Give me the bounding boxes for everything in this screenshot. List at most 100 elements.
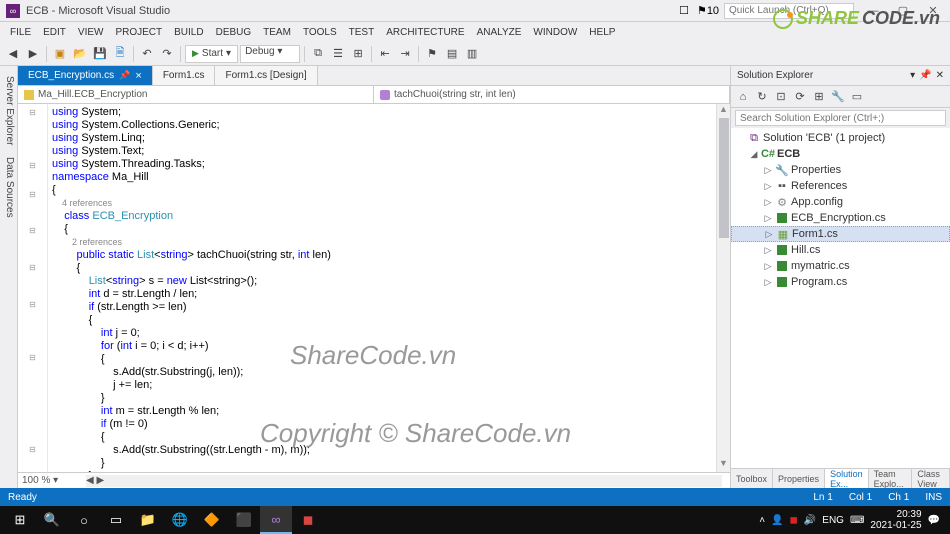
tree-item[interactable]: ▷mymatric.cs [731, 258, 950, 274]
sync-icon[interactable]: ⊡ [773, 89, 789, 105]
menu-team[interactable]: TEAM [257, 27, 297, 38]
tray-chevron-icon[interactable]: ˄ [759, 515, 765, 526]
pin-icon[interactable]: 📌 [119, 70, 130, 81]
start-button[interactable]: ⊞ [4, 506, 36, 534]
bookmark-icon[interactable]: ⚑ [423, 45, 441, 63]
solution-explorer-toolbar: ⌂ ↻ ⊡ ⟳ ⊞ 🔧 ▭ [731, 86, 950, 108]
menu-debug[interactable]: DEBUG [210, 27, 258, 38]
comment-icon[interactable]: ▤ [443, 45, 461, 63]
menu-analyze[interactable]: ANALYZE [471, 27, 528, 38]
code-editor[interactable]: using System;using System.Collections.Ge… [48, 104, 716, 472]
undo-icon[interactable]: ↶ [138, 45, 156, 63]
uncomment-icon[interactable]: ▥ [463, 45, 481, 63]
tree-item[interactable]: ▷Hill.cs [731, 242, 950, 258]
system-tray[interactable]: ˄ 👤 ◼ 🔊 ENG ⌨ 20:39 2021-01-25 💬 [759, 509, 946, 531]
document-tabs: ECB_Encryption.cs📌×Form1.csForm1.cs [Des… [18, 66, 730, 86]
panel-tab[interactable]: Class View [912, 469, 950, 488]
menu-edit[interactable]: EDIT [37, 27, 72, 38]
show-all-icon[interactable]: ⊞ [811, 89, 827, 105]
tree-item[interactable]: ▷Program.cs [731, 274, 950, 290]
doc-tab[interactable]: ECB_Encryption.cs📌× [18, 66, 153, 85]
new-project-icon[interactable]: ▣ [51, 45, 69, 63]
vertical-scrollbar[interactable]: ▲ ▼ [716, 104, 730, 472]
start-debug-button[interactable]: ▶Start ▾ [185, 45, 238, 63]
properties-icon[interactable]: 🔧 [830, 89, 846, 105]
zoom-dropdown[interactable]: 100 % ▾ [22, 475, 82, 486]
namespace-dropdown[interactable]: Ma_Hill.ECB_Encryption [18, 86, 374, 103]
solution-explorer-title: Solution Explorer [737, 70, 813, 81]
tool-icon-3[interactable]: ⊞ [349, 45, 367, 63]
panel-pin-icon[interactable]: 📌 [919, 70, 931, 81]
menu-test[interactable]: TEST [343, 27, 381, 38]
menu-project[interactable]: PROJECT [109, 27, 168, 38]
tool-icon-1[interactable]: ⧉ [309, 45, 327, 63]
visual-studio-icon[interactable]: ∞ [260, 506, 292, 534]
main-toolbar: ◀ ▶ ▣ 📂 💾 🗎 ↶ ↷ ▶Start ▾ Debug ▾ ⧉ ☰ ⊞ ⇤… [0, 42, 950, 66]
menu-help[interactable]: HELP [583, 27, 621, 38]
status-ch: Ch 1 [888, 492, 909, 503]
save-icon[interactable]: 💾 [91, 45, 109, 63]
close-tab-icon[interactable]: × [135, 70, 141, 82]
tray-people-icon[interactable]: 👤 [771, 515, 783, 526]
left-sidebar: Server ExplorerData Sources [0, 66, 18, 488]
solution-search-input[interactable] [735, 110, 946, 126]
indent-right-icon[interactable]: ⇥ [396, 45, 414, 63]
search-icon[interactable]: 🔍 [36, 506, 68, 534]
tree-item[interactable]: ▷⚙App.config [731, 194, 950, 210]
menu-build[interactable]: BUILD [168, 27, 209, 38]
menu-view[interactable]: VIEW [72, 27, 110, 38]
open-file-icon[interactable]: 📂 [71, 45, 89, 63]
tree-project[interactable]: ◢C#ECB [731, 146, 950, 162]
tool-icon-2[interactable]: ☰ [329, 45, 347, 63]
notifications-flag-icon[interactable]: ⚑10 [700, 3, 716, 19]
cortana-icon[interactable]: ○ [68, 506, 100, 534]
menu-file[interactable]: FILE [4, 27, 37, 38]
panel-close-icon[interactable]: ✕ [936, 70, 944, 81]
tray-volume-icon[interactable]: 🔊 [804, 515, 816, 526]
panel-tab[interactable]: Toolbox [731, 469, 773, 488]
left-tab-server-explorer[interactable]: Server Explorer [0, 70, 17, 151]
preview-icon[interactable]: ▭ [849, 89, 865, 105]
tray-clock[interactable]: 20:39 2021-01-25 [870, 509, 921, 531]
panel-tab[interactable]: Properties [773, 469, 825, 488]
vs-icon: ∞ [6, 4, 20, 18]
notifications-icon[interactable]: 💬 [928, 515, 940, 526]
tree-item[interactable]: ▷🔧Properties [731, 162, 950, 178]
explorer-icon[interactable]: 📁 [132, 506, 164, 534]
task-view-icon[interactable]: ▭ [100, 506, 132, 534]
collapse-icon[interactable]: ↻ [754, 89, 770, 105]
tray-keyboard-icon[interactable]: ⌨ [850, 515, 864, 526]
doc-tab[interactable]: Form1.cs [Design] [215, 66, 317, 85]
home-icon[interactable]: ⌂ [735, 89, 751, 105]
nav-back-icon[interactable]: ◀ [4, 45, 22, 63]
tree-solution[interactable]: ⧉Solution 'ECB' (1 project) [731, 130, 950, 146]
member-dropdown[interactable]: tachChuoi(string str, int len) [374, 86, 730, 103]
panel-tab[interactable]: Solution Ex... [825, 469, 869, 488]
tray-app-icon[interactable]: ◼ [790, 515, 798, 526]
redo-icon[interactable]: ↷ [158, 45, 176, 63]
tree-item[interactable]: ▷▪▪References [731, 178, 950, 194]
panel-tab[interactable]: Team Explo... [869, 469, 913, 488]
app-icon-2[interactable]: ⬛ [228, 506, 260, 534]
menu-tools[interactable]: TOOLS [297, 27, 343, 38]
doc-tab[interactable]: Form1.cs [153, 66, 216, 85]
indent-left-icon[interactable]: ⇤ [376, 45, 394, 63]
nav-fwd-icon[interactable]: ▶ [24, 45, 42, 63]
status-line: Ln 1 [813, 492, 832, 503]
feedback-icon[interactable]: ☐ [676, 3, 692, 19]
solution-tree[interactable]: ⧉Solution 'ECB' (1 project)◢C#ECB▷🔧Prope… [731, 128, 950, 468]
save-all-icon[interactable]: 🗎 [111, 45, 129, 63]
tree-item[interactable]: ▷ECB_Encryption.cs [731, 210, 950, 226]
horizontal-scrollbar[interactable]: ◀ ▶ [86, 475, 722, 487]
left-tab-data-sources[interactable]: Data Sources [0, 151, 17, 224]
panel-dropdown-icon[interactable]: ▾ [910, 70, 915, 81]
app-icon-3[interactable]: ◼ [292, 506, 324, 534]
menu-window[interactable]: WINDOW [527, 27, 583, 38]
app-icon-1[interactable]: 🔶 [196, 506, 228, 534]
refresh-icon[interactable]: ⟳ [792, 89, 808, 105]
menu-architecture[interactable]: ARCHITECTURE [380, 27, 470, 38]
tree-item[interactable]: ▷▦Form1.cs [731, 226, 950, 242]
config-dropdown[interactable]: Debug ▾ [240, 45, 300, 63]
chrome-icon[interactable]: 🌐 [164, 506, 196, 534]
tray-lang[interactable]: ENG [822, 515, 844, 526]
